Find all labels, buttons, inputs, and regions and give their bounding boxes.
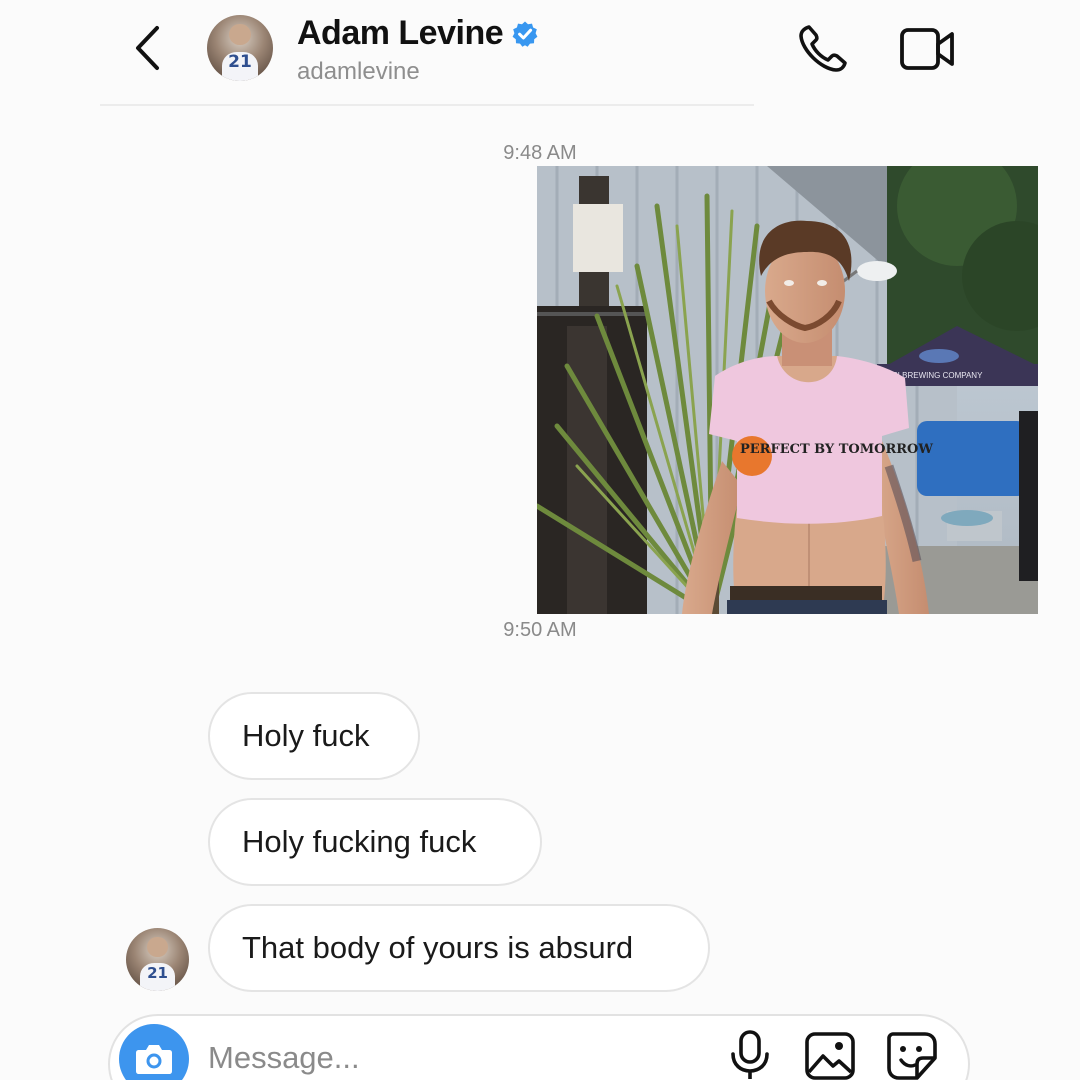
direct-message-screen: 21 Adam Levine adamlevine 9:48 AM ASI BR… [0,0,1080,1080]
message-bubble[interactable]: That body of yours is absurd [208,904,710,992]
avatar-jersey-number: 21 [147,964,168,983]
chevron-left-icon [136,26,159,70]
photo-illustration: ASI BREWING COMPANY PERFECT BY TOMORROW [537,166,1038,614]
back-button[interactable] [128,24,168,72]
video-call-button[interactable] [898,22,956,76]
sticker-button[interactable] [885,1030,941,1080]
contact-name: Adam Levine [297,14,504,52]
image-icon [805,1032,855,1080]
gallery-button[interactable] [803,1030,857,1080]
message-text: Holy fucking fuck [242,824,477,859]
microphone-icon [731,1030,769,1079]
message-timestamp: 9:50 AM [503,619,577,641]
contact-handle: adamlevine [297,58,420,85]
message-timestamp: 9:48 AM [503,142,577,164]
phone-icon [799,25,847,72]
message-bubble[interactable]: Holy fucking fuck [208,798,542,886]
shared-photo[interactable]: ASI BREWING COMPANY PERFECT BY TOMORROW [537,166,1038,614]
message-input[interactable] [208,1036,688,1080]
sticker-icon [887,1032,937,1080]
message-bubble[interactable]: Holy fuck [208,692,420,780]
sender-avatar[interactable]: 21 [126,928,189,991]
audio-call-button[interactable] [796,22,850,76]
message-text: That body of yours is absurd [242,930,634,965]
header-divider [100,104,754,106]
contact-name-row[interactable]: Adam Levine [297,14,539,53]
video-camera-icon [900,28,954,70]
message-text: Holy fuck [242,718,370,753]
contact-avatar[interactable]: 21 [207,15,273,81]
voice-message-button[interactable] [728,1030,772,1080]
avatar-jersey-number: 21 [228,51,252,72]
verified-badge-icon [512,21,538,47]
camera-icon [136,1045,172,1074]
shirt-print-text: PERFECT BY TOMORROW [740,442,933,457]
